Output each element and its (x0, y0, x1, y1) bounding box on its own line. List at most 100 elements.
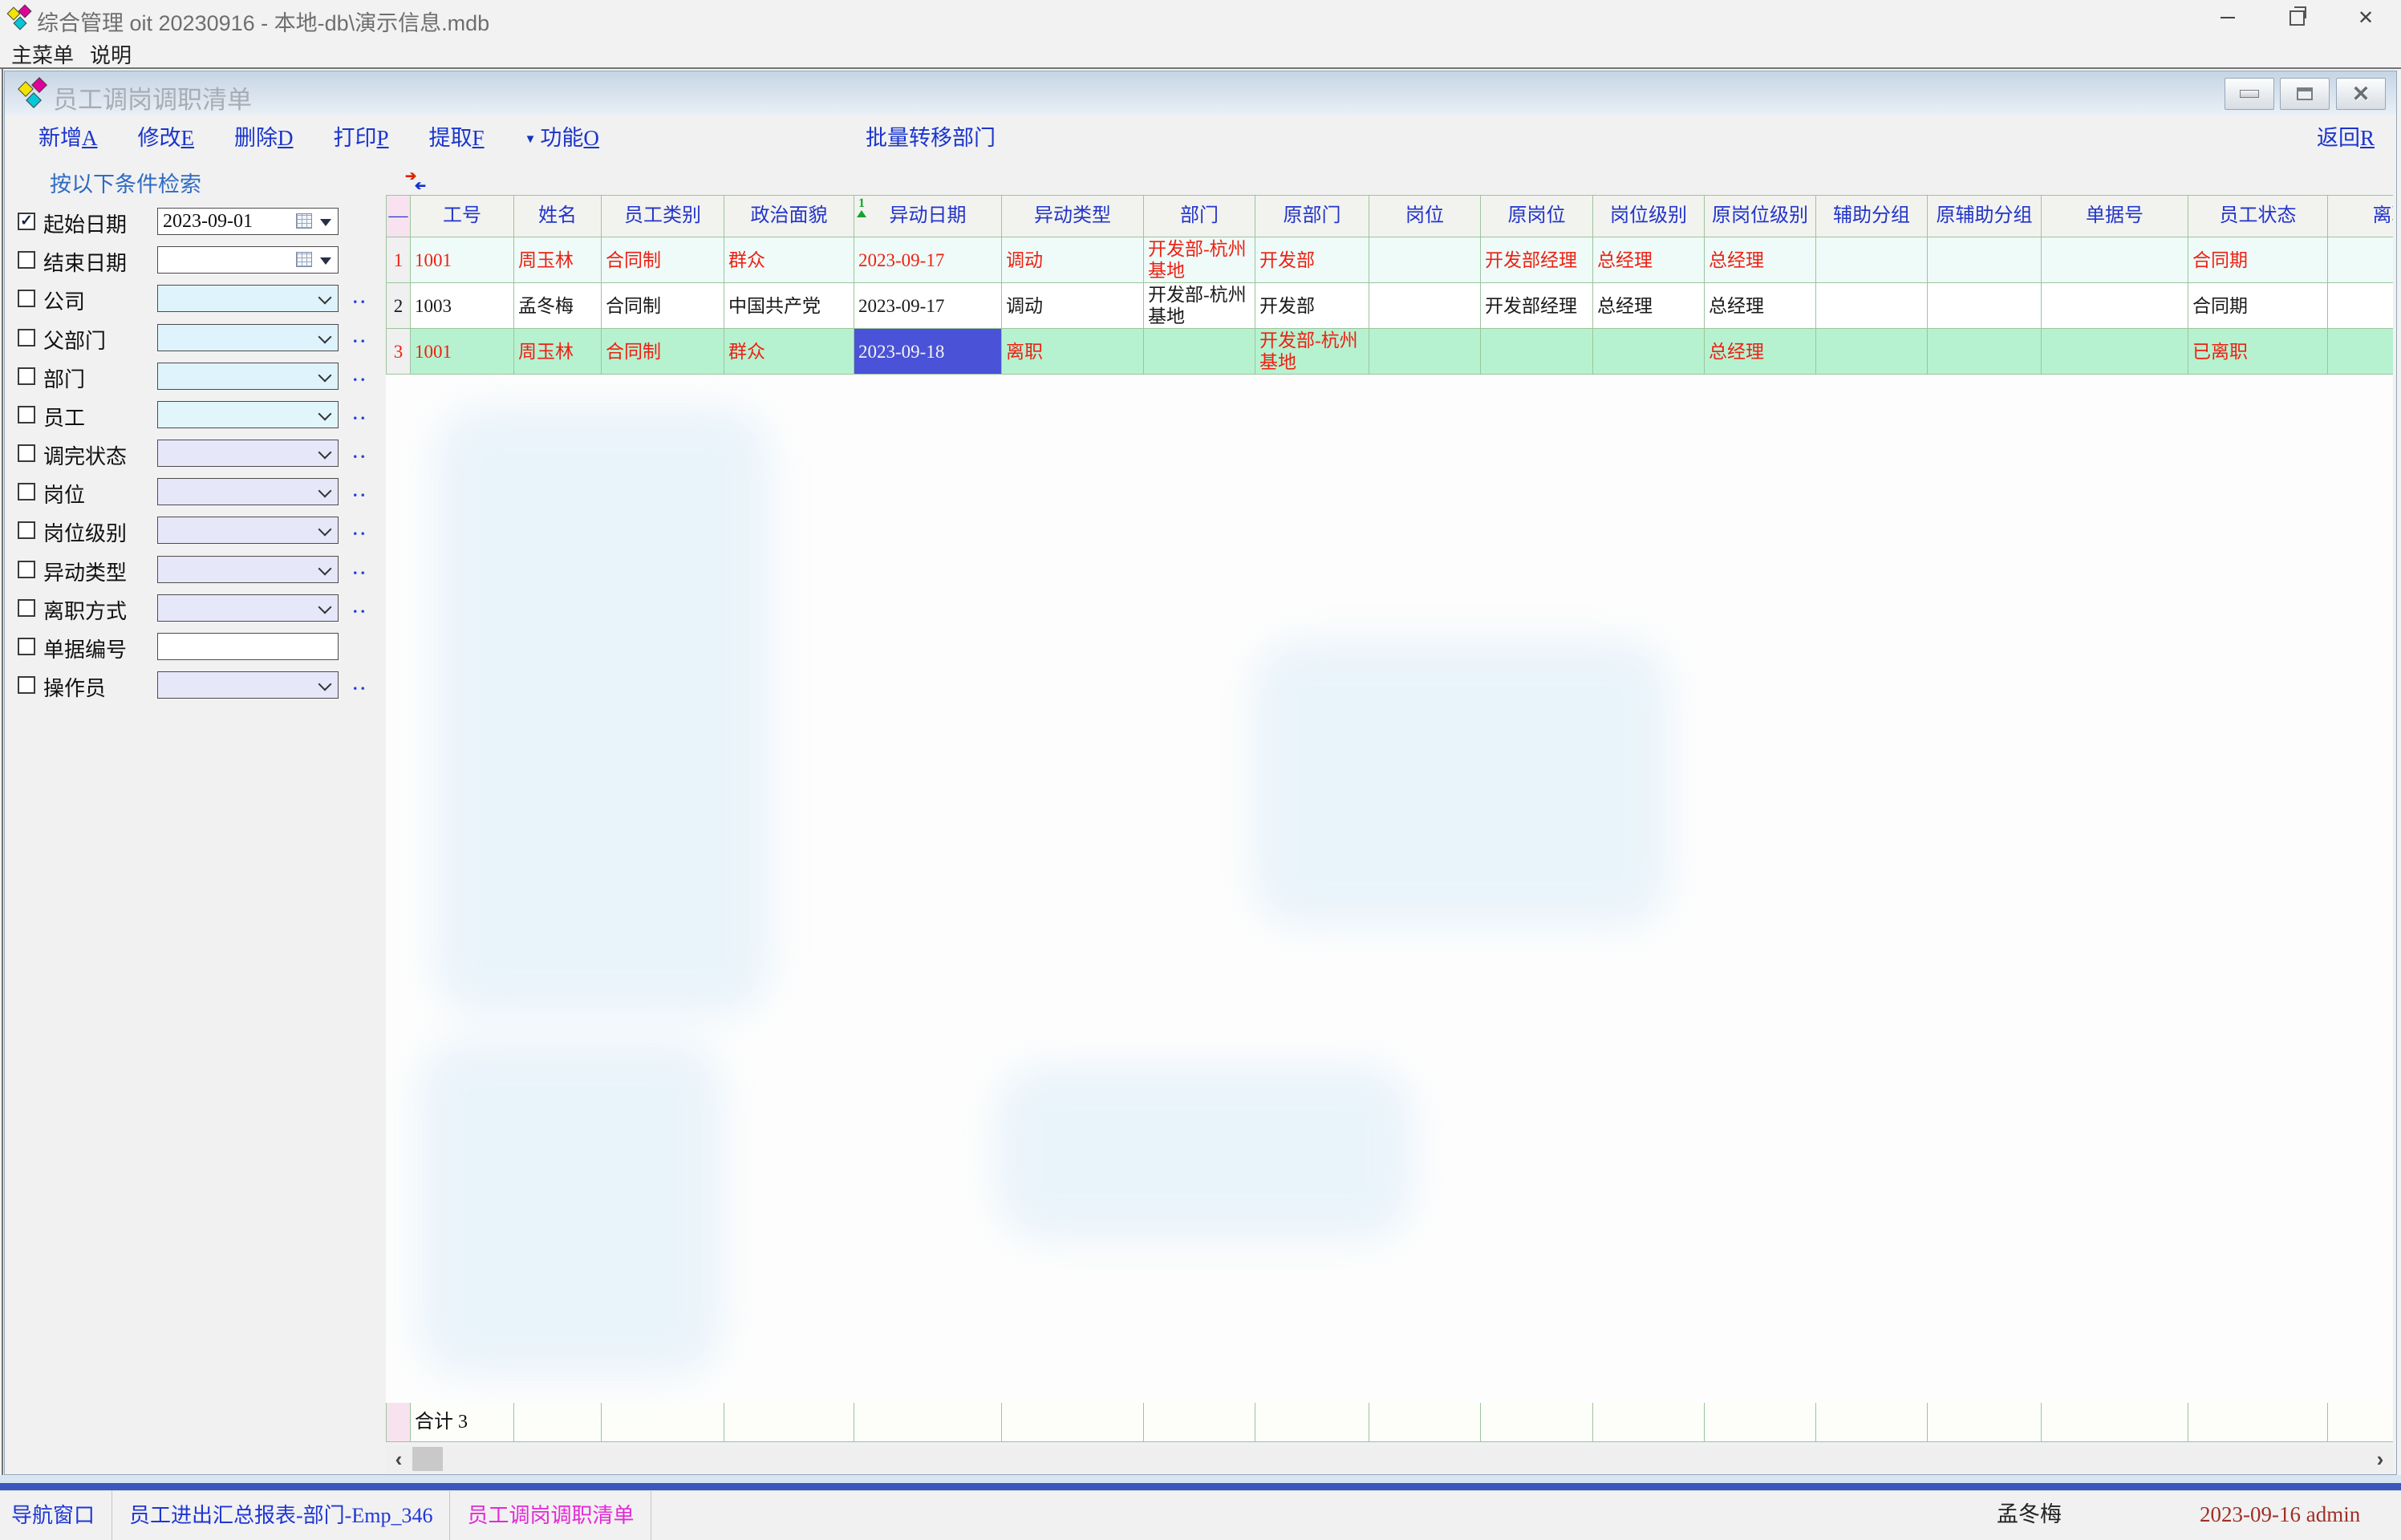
horizontal-scrollbar[interactable]: ‹ › (386, 1445, 2393, 1473)
scroll-right-icon[interactable]: › (2367, 1445, 2393, 1473)
toolbar-button-A[interactable]: 新增A (39, 120, 98, 156)
combo-select[interactable] (157, 594, 339, 622)
chevron-down-icon[interactable] (318, 446, 332, 460)
cell-r1-员工状态[interactable]: 合同期 (2188, 237, 2328, 283)
cell-r2-异动日期[interactable]: 2023-09-17 (854, 283, 1002, 329)
combo-select[interactable] (157, 478, 339, 505)
column-header-16[interactable]: 员工状态 (2188, 195, 2328, 237)
grid-corner-cell[interactable]: — (386, 195, 411, 237)
toolbar-button-F[interactable]: 提取F (429, 120, 485, 156)
child-maximize-button[interactable] (2280, 78, 2330, 110)
column-header-11[interactable]: 岗位级别 (1593, 195, 1705, 237)
child-close-button[interactable]: ✕ (2336, 78, 2386, 110)
cell-r2-异动类型[interactable]: 调动 (1002, 283, 1144, 329)
chevron-down-icon[interactable] (318, 330, 332, 344)
column-header-8[interactable]: 原部门 (1255, 195, 1369, 237)
cell-r3-政治面貌[interactable]: 群众 (724, 329, 854, 375)
cell-r3-姓名[interactable]: 周玉林 (514, 329, 602, 375)
cell-r2-原岗位级别[interactable]: 总经理 (1705, 283, 1816, 329)
calendar-icon[interactable] (296, 213, 312, 229)
cell-r1-原岗位级别[interactable]: 总经理 (1705, 237, 1816, 283)
cell-r1-原辅助分组[interactable] (1928, 237, 2042, 283)
cell-r1-离职[interactable] (2328, 237, 2393, 283)
cell-r3-单据号[interactable] (2042, 329, 2188, 375)
combo-select[interactable] (157, 440, 339, 467)
chevron-down-icon[interactable] (318, 562, 332, 576)
taskbar-tab-2[interactable]: 员工进出汇总报表-部门-Emp_346 (112, 1491, 450, 1540)
dropdown-arrow-icon[interactable] (320, 219, 331, 226)
filter-checkbox-11[interactable] (18, 599, 35, 617)
column-header-10[interactable]: 原岗位 (1481, 195, 1593, 237)
cell-r1-工号[interactable]: 1001 (411, 237, 514, 283)
cell-r2-员工状态[interactable]: 合同期 (2188, 283, 2328, 329)
lookup-dots-button[interactable]: .. (353, 597, 368, 618)
filter-checkbox-6[interactable] (18, 406, 35, 424)
filter-checkbox-12[interactable] (18, 638, 35, 655)
cell-r3-异动类型[interactable]: 离职 (1002, 329, 1144, 375)
chevron-down-icon[interactable] (318, 484, 332, 498)
combo-select[interactable] (157, 671, 339, 699)
column-header-17[interactable]: 离职 (2328, 195, 2393, 237)
column-header-5[interactable]: 异动日期1 (854, 195, 1002, 237)
chevron-down-icon[interactable] (318, 601, 332, 614)
cell-r2-离职[interactable] (2328, 283, 2393, 329)
cell-r2-员工类别[interactable]: 合同制 (602, 283, 724, 329)
cell-r3-原岗位[interactable] (1481, 329, 1593, 375)
filter-checkbox-9[interactable] (18, 521, 35, 539)
app-close-button[interactable]: ✕ (2349, 3, 2383, 32)
return-button[interactable]: 返回R (2317, 120, 2375, 156)
lookup-dots-button[interactable]: .. (353, 403, 368, 424)
column-header-3[interactable]: 员工类别 (602, 195, 724, 237)
cell-r3-原辅助分组[interactable] (1928, 329, 2042, 375)
filter-checkbox-13[interactable] (18, 676, 35, 694)
cell-r2-部门[interactable]: 开发部-杭州基地 (1144, 283, 1255, 329)
cell-r1-政治面貌[interactable]: 群众 (724, 237, 854, 283)
chevron-down-icon[interactable] (318, 291, 332, 305)
toolbar-button-O[interactable]: ▼功能O (525, 120, 599, 156)
column-header-13[interactable]: 辅助分组 (1816, 195, 1928, 237)
cell-r2-辅助分组[interactable] (1816, 283, 1928, 329)
chevron-down-icon[interactable] (318, 523, 332, 537)
combo-select[interactable] (157, 363, 339, 390)
cell-r2-工号[interactable]: 1003 (411, 283, 514, 329)
app-minimize-button[interactable] (2211, 3, 2245, 32)
cell-r1-辅助分组[interactable] (1816, 237, 1928, 283)
toolbar-button-P[interactable]: 打印P (334, 120, 389, 156)
cell-r3-原岗位级别[interactable]: 总经理 (1705, 329, 1816, 375)
filter-checkbox-10[interactable] (18, 561, 35, 578)
cell-r2-单据号[interactable] (2042, 283, 2188, 329)
cell-r2-政治面貌[interactable]: 中国共产党 (724, 283, 854, 329)
taskbar-tab-1[interactable]: 导航窗口 (0, 1491, 112, 1540)
toolbar-button-E[interactable]: 修改E (138, 120, 195, 156)
row-number[interactable]: 2 (386, 283, 411, 329)
batch-transfer-button[interactable]: 批量转移部门 (866, 120, 996, 156)
cell-r2-岗位[interactable] (1369, 283, 1481, 329)
column-header-15[interactable]: 单据号 (2042, 195, 2188, 237)
text-input[interactable] (157, 633, 339, 660)
calendar-icon[interactable] (296, 252, 312, 267)
cell-r1-异动类型[interactable]: 调动 (1002, 237, 1144, 283)
dropdown-arrow-icon[interactable] (320, 257, 331, 265)
cell-r3-异动日期[interactable]: 2023-09-18 (854, 329, 1002, 375)
scrollbar-thumb[interactable] (412, 1447, 443, 1471)
cell-r3-工号[interactable]: 1001 (411, 329, 514, 375)
column-header-14[interactable]: 原辅助分组 (1928, 195, 2042, 237)
cell-r1-岗位[interactable] (1369, 237, 1481, 283)
cell-r2-姓名[interactable]: 孟冬梅 (514, 283, 602, 329)
lookup-dots-button[interactable]: .. (353, 365, 368, 386)
filter-checkbox-2[interactable] (18, 251, 35, 269)
date-input[interactable] (157, 246, 339, 274)
cell-r2-原辅助分组[interactable] (1928, 283, 2042, 329)
combo-select[interactable] (157, 517, 339, 544)
cell-r2-岗位级别[interactable]: 总经理 (1593, 283, 1705, 329)
column-header-4[interactable]: 政治面貌 (724, 195, 854, 237)
combo-select[interactable] (157, 285, 339, 312)
column-header-9[interactable]: 岗位 (1369, 195, 1481, 237)
combo-select[interactable] (157, 556, 339, 583)
date-input[interactable]: 2023-09-01 (157, 208, 339, 235)
column-header-2[interactable]: 姓名 (514, 195, 602, 237)
cell-r1-原岗位[interactable]: 开发部经理 (1481, 237, 1593, 283)
lookup-dots-button[interactable]: .. (353, 442, 368, 463)
filter-checkbox-1[interactable]: ✓ (18, 213, 35, 230)
cell-r3-员工状态[interactable]: 已离职 (2188, 329, 2328, 375)
